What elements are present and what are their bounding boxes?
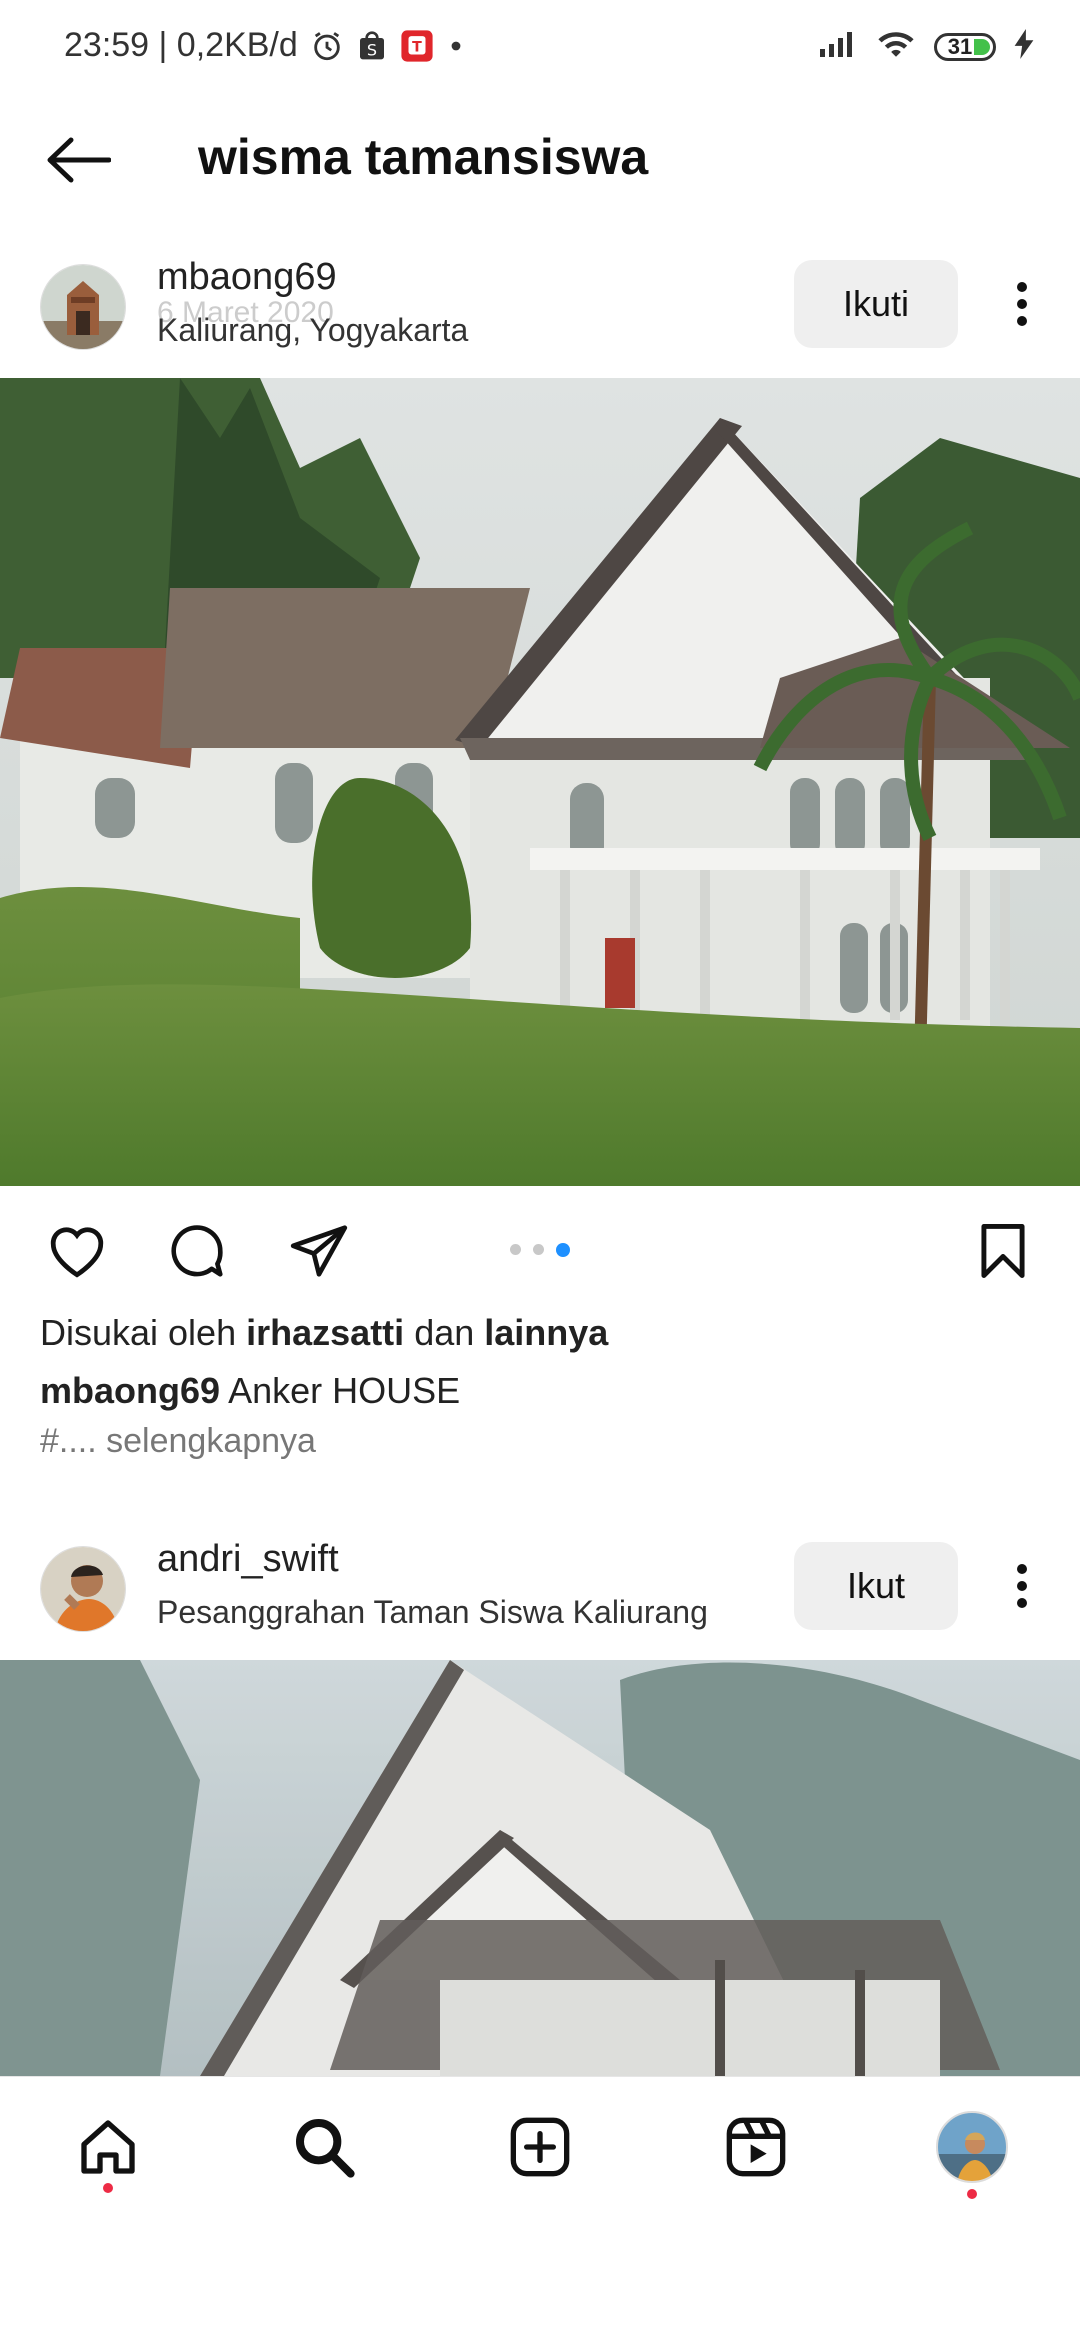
follow-button[interactable]: Ikuti <box>794 260 958 348</box>
profile-avatar[interactable] <box>932 2107 1012 2187</box>
shop-icon: S <box>356 30 388 62</box>
share-icon[interactable] <box>284 1216 354 1286</box>
heart-icon[interactable] <box>42 1216 112 1286</box>
likes-user[interactable]: irhazsatti <box>246 1312 404 1353</box>
battery-icon: 31 <box>934 32 996 61</box>
likes-mid: dan <box>414 1312 475 1353</box>
follow-button[interactable]: Ikut <box>794 1542 958 1630</box>
likes-prefix: Disukai oleh <box>40 1312 237 1353</box>
charging-icon <box>1014 29 1034 64</box>
post-header: mbaong69 6 Maret 2020 Kaliurang, Yogyaka… <box>0 250 1080 370</box>
post-image[interactable] <box>0 1660 1080 2076</box>
battery-level: 31 <box>947 33 973 59</box>
svg-text:T: T <box>412 39 422 55</box>
more-options-icon[interactable] <box>992 1556 1052 1616</box>
reels-icon[interactable] <box>716 2107 796 2187</box>
post-location[interactable]: Kaliurang, Yogyakarta <box>157 312 468 349</box>
wifi-icon <box>876 28 916 65</box>
app-notification-icon: T <box>400 29 434 63</box>
top-header: wisma tamansiswa <box>0 110 1080 210</box>
post-caption: mbaong69 Anker HOUSE <box>40 1370 460 1412</box>
likes-summary[interactable]: Disukai oleh irhazsatti dan lainnya <box>40 1312 608 1354</box>
status-bar: 23:59 | 0,2KB/d S T 31 <box>0 0 1080 100</box>
comment-icon[interactable] <box>162 1216 232 1286</box>
create-icon[interactable] <box>500 2107 580 2187</box>
caption-text: Anker HOUSE <box>228 1370 461 1411</box>
back-button[interactable] <box>38 130 118 190</box>
more-notifications-dot <box>446 36 466 56</box>
post-location[interactable]: Pesanggrahan Taman Siswa Kaliurang <box>157 1594 708 1631</box>
status-right: 31 <box>818 28 1034 65</box>
signal-icon <box>818 29 858 64</box>
post-actions <box>0 1210 1080 1290</box>
search-icon[interactable] <box>284 2107 364 2187</box>
carousel-dot <box>510 1244 521 1255</box>
status-left: 23:59 | 0,2KB/d S T <box>64 26 466 65</box>
post-image[interactable] <box>0 378 1080 1186</box>
alarm-icon <box>310 29 344 63</box>
avatar[interactable] <box>40 1546 126 1632</box>
status-time: 23:59 | 0,2KB/d <box>64 26 298 64</box>
avatar[interactable] <box>40 264 126 350</box>
home-notification-dot <box>103 2183 113 2193</box>
home-icon[interactable] <box>68 2107 148 2187</box>
caption-more-link[interactable]: #.... selengkapnya <box>40 1422 316 1461</box>
likes-suffix[interactable]: lainnya <box>484 1312 608 1353</box>
post-header: andri_swift Pesanggrahan Taman Siswa Kal… <box>0 1532 1080 1652</box>
carousel-indicator <box>510 1243 570 1257</box>
bottom-navigation <box>0 2076 1080 2219</box>
arrow-left-icon <box>47 137 111 183</box>
page-title: wisma tamansiswa <box>198 129 649 185</box>
carousel-dot-active <box>556 1243 570 1257</box>
caption-username[interactable]: mbaong69 <box>40 1370 220 1411</box>
post-username[interactable]: andri_swift <box>157 1538 339 1581</box>
more-options-icon[interactable] <box>992 274 1052 334</box>
bookmark-icon[interactable] <box>968 1216 1038 1286</box>
post-username[interactable]: mbaong69 <box>157 256 337 299</box>
carousel-dot <box>533 1244 544 1255</box>
profile-notification-dot <box>967 2189 977 2199</box>
svg-text:S: S <box>367 40 377 59</box>
